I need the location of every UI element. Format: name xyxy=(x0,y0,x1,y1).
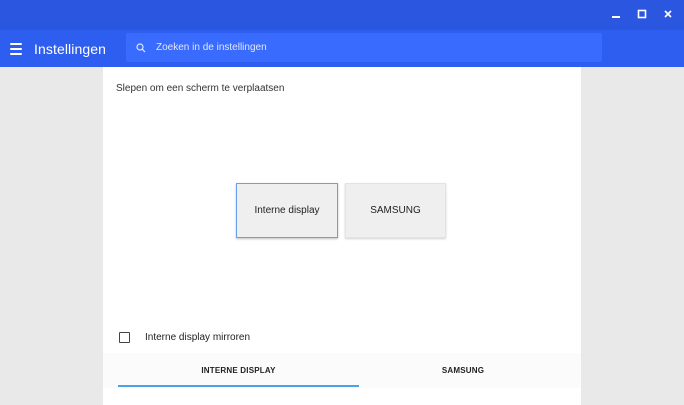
maximize-icon[interactable] xyxy=(634,6,650,22)
close-icon[interactable] xyxy=(660,6,676,22)
app-title: Instellingen xyxy=(34,40,107,57)
search-input[interactable] xyxy=(156,42,576,53)
mirror-option[interactable]: Interne display mirroren xyxy=(119,332,250,343)
tab-samsung[interactable]: SAMSUNG xyxy=(359,353,567,388)
display-tile-samsung[interactable]: SAMSUNG xyxy=(345,183,446,238)
active-tab-indicator xyxy=(118,385,359,387)
window-controls xyxy=(608,6,676,22)
window-titlebar xyxy=(0,0,684,30)
mirror-label: Interne display mirroren xyxy=(145,332,251,343)
menu-icon[interactable] xyxy=(10,40,28,58)
search-icon xyxy=(136,42,146,52)
display-tile-internal[interactable]: Interne display xyxy=(236,183,338,238)
tab-internal-display[interactable]: INTERNE DISPLAY xyxy=(118,353,359,388)
arrange-hint: Slepen om een scherm te verplaatsen xyxy=(116,83,285,94)
display-tabs: INTERNE DISPLAY SAMSUNG xyxy=(103,353,581,388)
minimize-icon[interactable] xyxy=(608,6,624,22)
settings-toolbar: Instellingen xyxy=(0,30,684,67)
displays-card: Slepen om een scherm te verplaatsen Inte… xyxy=(103,67,581,405)
search-box[interactable] xyxy=(126,33,602,62)
mirror-checkbox[interactable] xyxy=(119,332,130,343)
